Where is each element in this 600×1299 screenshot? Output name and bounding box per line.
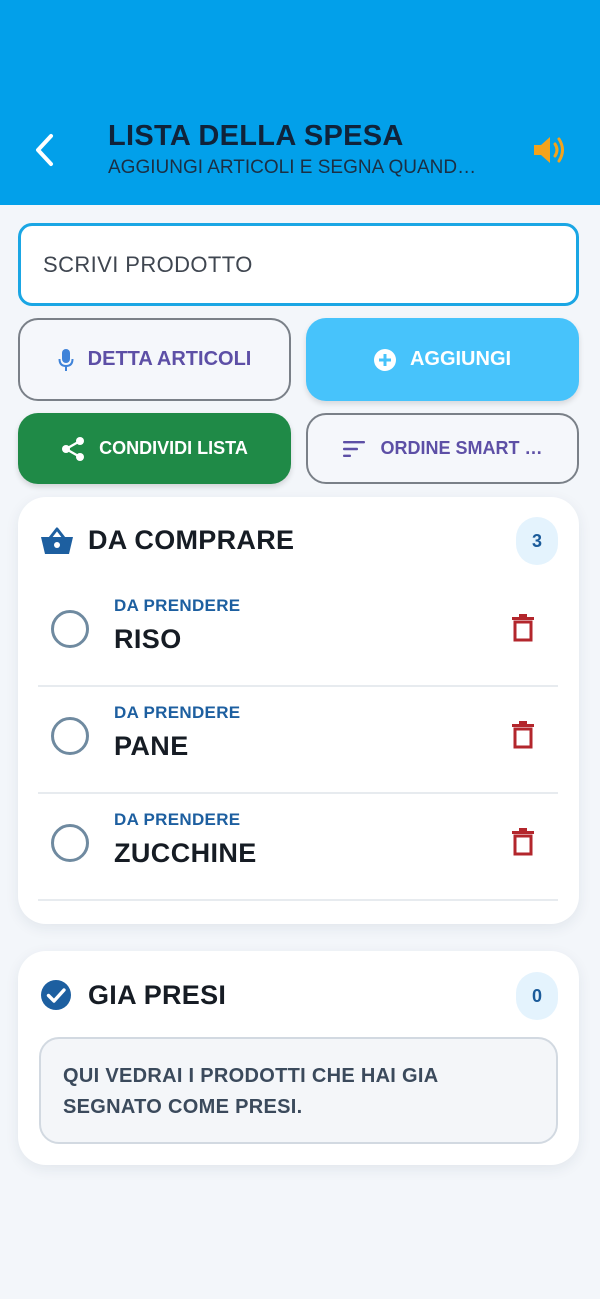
- product-input[interactable]: [21, 226, 576, 303]
- trash-icon: [512, 828, 534, 856]
- plus-circle-icon: [373, 348, 396, 371]
- item-status: DA PRENDERE: [114, 596, 241, 615]
- delete-item-button[interactable]: [506, 608, 540, 648]
- app-header: LISTA DELLA SPESA AGGIUNGI ARTICOLI E SE…: [0, 0, 600, 205]
- taken-count-badge: 0: [516, 972, 558, 1020]
- trash-icon: [512, 614, 534, 642]
- speaker-icon: [534, 137, 564, 163]
- add-button-label: AGGIUNGI: [409, 348, 512, 370]
- page-title: LISTA DELLA SPESA: [108, 120, 404, 152]
- item-status: DA PRENDERE: [114, 810, 241, 829]
- delete-item-button[interactable]: [506, 822, 540, 862]
- share-list-label: CONDIVIDI LISTA: [99, 438, 248, 458]
- share-list-button[interactable]: CONDIVIDI LISTA: [18, 413, 291, 484]
- back-button[interactable]: [24, 128, 64, 172]
- check-circle-icon: [41, 980, 71, 1010]
- smart-sort-label: ORDINE SMART …: [380, 438, 543, 458]
- item-name: PANE: [114, 731, 189, 761]
- trash-icon: [512, 721, 534, 749]
- page-subtitle: AGGIUNGI ARTICOLI E SEGNA QUAND…: [108, 157, 477, 178]
- list-item: DA PRENDERE PANE: [38, 687, 558, 794]
- app-screen: LISTA DELLA SPESA AGGIUNGI ARTICOLI E SE…: [0, 0, 600, 1299]
- item-checkbox[interactable]: [51, 717, 89, 755]
- dictate-button[interactable]: DETTA ARTICOLI: [18, 318, 291, 401]
- basket-icon: [41, 527, 73, 554]
- delete-item-button[interactable]: [506, 715, 540, 755]
- item-name: RISO: [114, 624, 182, 654]
- item-status: DA PRENDERE: [114, 703, 241, 722]
- share-icon: [62, 436, 85, 461]
- add-button[interactable]: AGGIUNGI: [306, 318, 579, 401]
- dictate-button-label: DETTA ARTICOLI: [87, 348, 252, 370]
- item-name: ZUCCHINE: [114, 838, 257, 868]
- taken-card: GIA PRESI 0 QUI VEDRAI I PRODOTTI CHE HA…: [18, 951, 579, 1165]
- chevron-left-icon: [36, 134, 53, 166]
- list-item: DA PRENDERE ZUCCHINE: [38, 794, 558, 901]
- to-buy-title: DA COMPRARE: [88, 525, 295, 555]
- taken-title: GIA PRESI: [88, 980, 227, 1010]
- item-checkbox[interactable]: [51, 610, 89, 648]
- to-buy-card: DA COMPRARE 3 DA PRENDERE RISO DA PRENDE…: [18, 497, 579, 924]
- list-item: DA PRENDERE RISO: [38, 580, 558, 687]
- item-checkbox[interactable]: [51, 824, 89, 862]
- sound-button[interactable]: [526, 128, 572, 172]
- sort-lines-icon: [342, 440, 365, 457]
- microphone-icon: [58, 348, 74, 371]
- taken-empty-message: QUI VEDRAI I PRODOTTI CHE HAI GIA SEGNAT…: [39, 1037, 558, 1144]
- smart-sort-button[interactable]: ORDINE SMART …: [306, 413, 579, 484]
- product-input-container: [18, 223, 579, 306]
- to-buy-count-badge: 3: [516, 517, 558, 565]
